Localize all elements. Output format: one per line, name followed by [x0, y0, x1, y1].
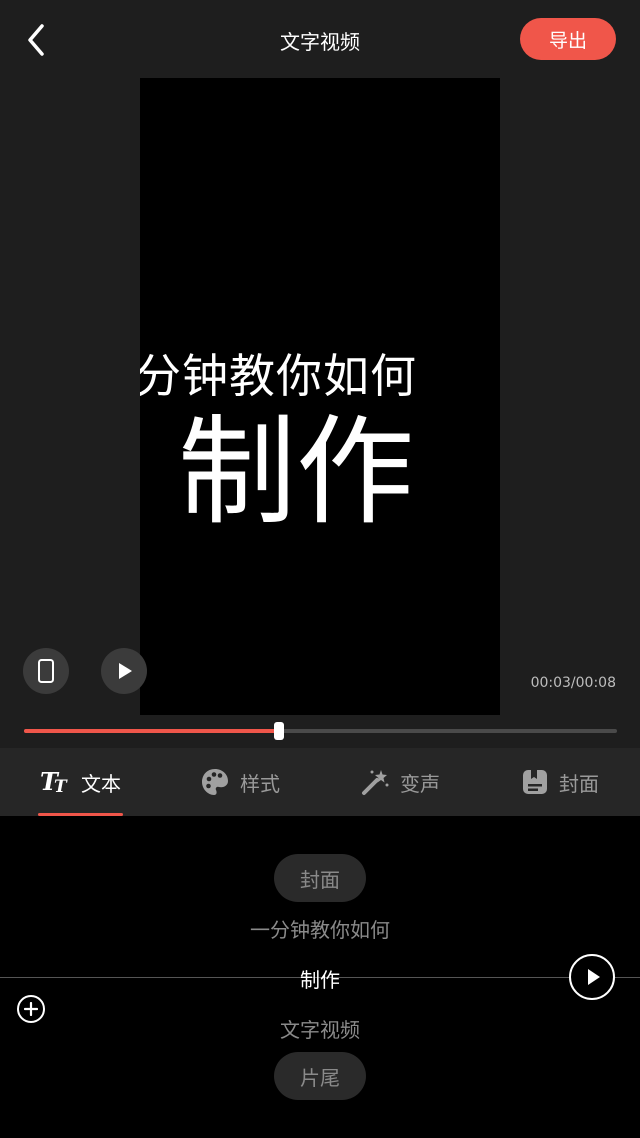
caption-item-current[interactable]: 制作: [0, 964, 640, 993]
timecode: 00:03/00:08: [530, 675, 616, 691]
magic-wand-icon: [362, 770, 389, 795]
cover-icon: [523, 770, 547, 794]
tab-label: 文本: [81, 771, 121, 796]
export-button[interactable]: 导出: [520, 18, 616, 60]
progress-fill: [24, 729, 279, 733]
video-caption-line1: 分钟教你如何: [140, 349, 417, 403]
ending-pill-button[interactable]: 片尾: [274, 1052, 366, 1100]
tab-style[interactable]: 样式: [160, 748, 320, 816]
plus-icon: [24, 1002, 38, 1016]
tab-label: 样式: [240, 771, 280, 796]
tab-label: 封面: [559, 771, 599, 796]
caption-item[interactable]: 一分钟教你如何: [0, 914, 640, 943]
tab-bar: T T 文本 样式 变声 封面: [0, 748, 640, 816]
tab-label: 变声: [400, 771, 440, 796]
cover-pill-button[interactable]: 封面: [274, 854, 366, 902]
aspect-ratio-button[interactable]: [23, 648, 69, 694]
playback-progress[interactable]: [24, 722, 617, 740]
top-bar: 文字视频 导出: [0, 0, 640, 78]
palette-icon: [202, 769, 228, 795]
svg-text:T: T: [54, 777, 68, 795]
tab-text[interactable]: T T 文本: [0, 748, 160, 816]
add-caption-button[interactable]: [17, 995, 45, 1023]
play-button[interactable]: [101, 648, 147, 694]
text-format-icon: T T: [40, 769, 68, 795]
progress-handle[interactable]: [273, 722, 284, 740]
play-icon: [588, 969, 600, 985]
tab-cover[interactable]: 封面: [480, 748, 640, 816]
phone-icon: [38, 659, 54, 683]
panel-play-button[interactable]: [569, 954, 615, 1000]
caption-item[interactable]: 文字视频: [0, 1014, 640, 1043]
tab-voice-change[interactable]: 变声: [320, 748, 480, 816]
play-icon: [119, 663, 132, 679]
caption-panel: 封面 一分钟教你如何 制作 文字视频 片尾: [0, 816, 640, 1138]
video-caption-line2: 制作: [178, 403, 415, 541]
video-preview[interactable]: 分钟教你如何 制作: [140, 78, 500, 715]
